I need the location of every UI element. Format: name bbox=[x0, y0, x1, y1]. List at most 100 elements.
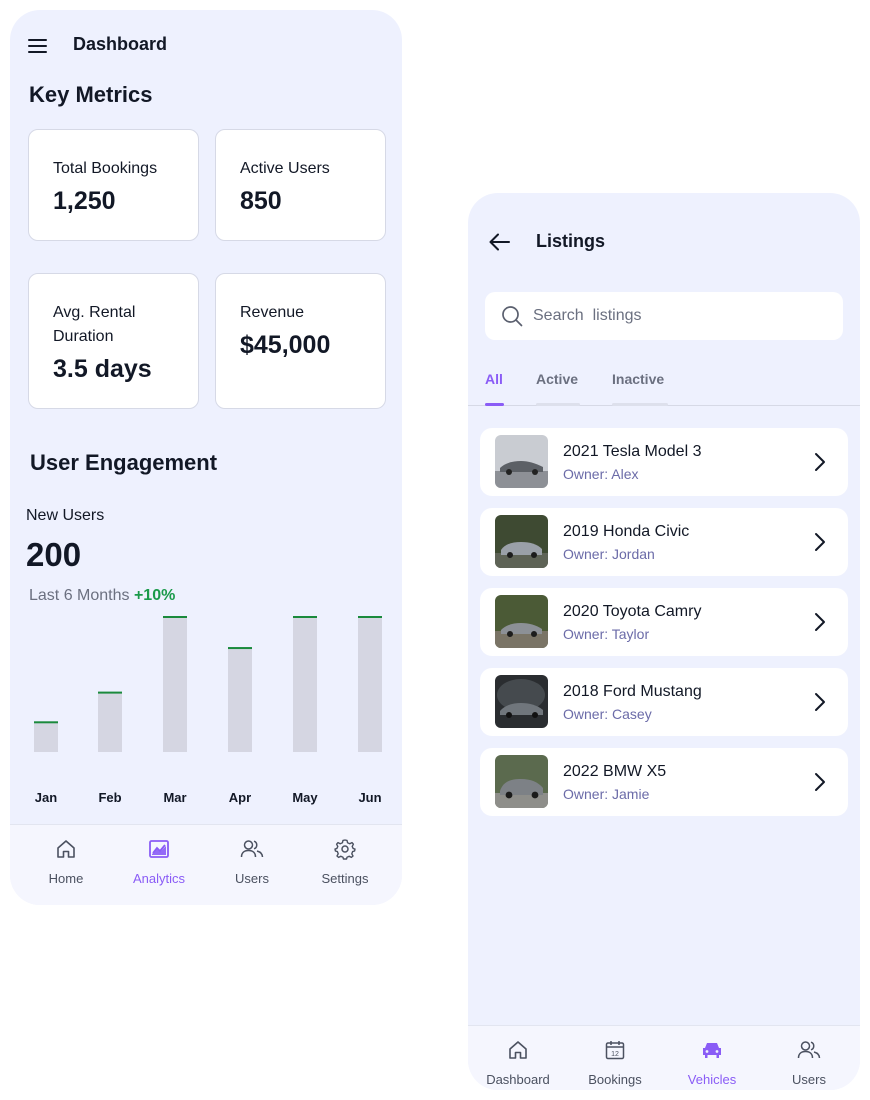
chart-tick-label-mar: Mar bbox=[163, 790, 186, 805]
search-icon bbox=[502, 306, 523, 327]
tab-active[interactable]: Active bbox=[536, 371, 578, 387]
search-input[interactable] bbox=[533, 304, 823, 328]
nav-label: Settings bbox=[321, 871, 369, 886]
user-engagement-title: User Engagement bbox=[30, 450, 218, 475]
car-thumbnail bbox=[495, 755, 548, 808]
listing-item[interactable]: 2020 Toyota Camry Owner: Taylor bbox=[480, 588, 848, 656]
car-thumbnail bbox=[495, 675, 548, 728]
listing-item[interactable]: 2022 BMW X5 Owner: Jamie bbox=[480, 748, 848, 816]
metric-value: 3.5 days bbox=[53, 355, 152, 383]
chart-bar-jun bbox=[358, 617, 382, 752]
nav-home[interactable]: Home bbox=[21, 825, 111, 905]
chart-bar-top-line-apr bbox=[228, 647, 252, 650]
nav-dashboard[interactable]: Dashboard bbox=[473, 1026, 563, 1090]
chart-bar-may bbox=[293, 617, 317, 752]
chevron-right-icon bbox=[815, 773, 825, 791]
metric-value: 1,250 bbox=[53, 187, 116, 215]
listing-item[interactable]: 2018 Ford Mustang Owner: Casey bbox=[480, 668, 848, 736]
chart-bar-top-line-jun bbox=[358, 616, 382, 618]
page-title: Dashboard bbox=[73, 34, 168, 54]
metric-label: Avg. Rental Duration bbox=[53, 304, 136, 345]
nav-label: Home bbox=[48, 871, 84, 886]
chevron-right-icon bbox=[815, 453, 825, 471]
listings-screen: Listings All Active Inactive 2021 Tesla … bbox=[468, 193, 860, 1090]
engagement-period: Last 6 Months bbox=[29, 587, 130, 604]
tab-indicator-active bbox=[536, 403, 580, 406]
nav-label: Vehicles bbox=[687, 1072, 737, 1087]
chart-bar-feb bbox=[98, 692, 122, 752]
bottom-nav: Home Analytics Users Settings bbox=[10, 824, 402, 905]
tab-inactive[interactable]: Inactive bbox=[612, 371, 664, 387]
listing-title: 2020 Toyota Camry bbox=[563, 603, 702, 620]
engagement-subtitle: Last 6 Months +10% bbox=[29, 587, 175, 605]
nav-settings[interactable]: Settings bbox=[300, 825, 390, 905]
metric-value: 850 bbox=[240, 187, 282, 215]
metric-card-total-bookings: Total Bookings 1,250 bbox=[28, 129, 199, 241]
chart-tick-label-feb: Feb bbox=[98, 790, 121, 805]
nav-analytics[interactable]: Analytics bbox=[114, 825, 204, 905]
metric-value: $45,000 bbox=[240, 331, 331, 359]
listing-title: 2019 Honda Civic bbox=[563, 523, 690, 540]
chart-tick-label-jun: Jun bbox=[358, 790, 381, 805]
nav-label: Users bbox=[235, 871, 269, 886]
search-bar[interactable] bbox=[485, 292, 843, 340]
chart-tick-label-may: May bbox=[292, 790, 318, 805]
chart-bar-top-line-mar bbox=[163, 616, 187, 618]
nav-vehicles[interactable]: Vehicles bbox=[667, 1026, 757, 1090]
chart-tick-label-jan: Jan bbox=[35, 790, 57, 805]
car-icon bbox=[703, 1043, 721, 1058]
metric-label: Active Users bbox=[240, 160, 330, 177]
nav-label: Bookings bbox=[588, 1072, 642, 1087]
key-metrics-title: Key Metrics bbox=[29, 82, 153, 107]
home-icon bbox=[509, 1041, 527, 1059]
engagement-label: New Users bbox=[26, 507, 105, 524]
chart-bar-jan bbox=[34, 722, 58, 752]
listing-owner: Owner: Alex bbox=[563, 466, 639, 482]
tab-all[interactable]: All bbox=[485, 371, 503, 387]
chart-icon bbox=[149, 840, 169, 858]
chart-bar-top-line-jan bbox=[34, 721, 58, 724]
engagement-change: +10% bbox=[133, 587, 176, 604]
listing-owner: Owner: Taylor bbox=[563, 626, 650, 642]
listing-owner: Owner: Jordan bbox=[563, 546, 655, 562]
metric-card-revenue: Revenue $45,000 bbox=[215, 273, 386, 409]
listing-owner: Owner: Jamie bbox=[563, 786, 650, 802]
nav-users[interactable]: Users bbox=[764, 1026, 854, 1090]
chevron-right-icon bbox=[815, 613, 825, 631]
new-users-bar-chart: Jan Feb Mar Apr May Jun bbox=[34, 616, 382, 805]
listing-owner: Owner: Casey bbox=[563, 706, 652, 722]
chart-bar-mar bbox=[163, 617, 187, 752]
chart-tick-label-apr: Apr bbox=[229, 790, 251, 805]
page-title: Listings bbox=[536, 231, 606, 251]
listing-title: 2018 Ford Mustang bbox=[563, 683, 702, 700]
car-thumbnail bbox=[495, 595, 548, 648]
gear-icon bbox=[334, 839, 356, 860]
metric-card-avg-rental-duration: Avg. Rental Duration 3.5 days bbox=[28, 273, 199, 409]
calendar-icon: 12 bbox=[605, 1041, 625, 1060]
menu-icon[interactable] bbox=[28, 38, 48, 54]
nav-users[interactable]: Users bbox=[207, 825, 297, 905]
filter-tabs: All Active Inactive bbox=[468, 361, 860, 406]
listing-item[interactable]: 2019 Honda Civic Owner: Jordan bbox=[480, 508, 848, 576]
nav-label: Analytics bbox=[132, 871, 186, 886]
svg-text:12: 12 bbox=[611, 1051, 619, 1058]
metric-label: Total Bookings bbox=[53, 160, 158, 177]
back-arrow-icon[interactable] bbox=[488, 231, 512, 253]
chevron-right-icon bbox=[815, 693, 825, 711]
chevron-right-icon bbox=[815, 533, 825, 551]
chart-bar-top-line-may bbox=[293, 616, 317, 618]
metric-label: Revenue bbox=[240, 304, 305, 321]
listing-title: 2021 Tesla Model 3 bbox=[563, 443, 702, 460]
metric-card-active-users: Active Users 850 bbox=[215, 129, 386, 241]
users-icon bbox=[240, 840, 264, 858]
home-icon bbox=[57, 840, 75, 858]
car-thumbnail bbox=[495, 435, 548, 488]
listing-item[interactable]: 2021 Tesla Model 3 Owner: Alex bbox=[480, 428, 848, 496]
nav-bookings[interactable]: 12 Bookings bbox=[570, 1026, 660, 1090]
dashboard-screen: Dashboard Key Metrics Total Bookings 1,2… bbox=[10, 10, 402, 905]
bottom-nav: Dashboard 12 Bookings Vehicles Users bbox=[468, 1025, 860, 1090]
car-thumbnail bbox=[495, 515, 548, 568]
listing-title: 2022 BMW X5 bbox=[563, 763, 667, 780]
tab-indicator-inactive bbox=[612, 403, 668, 406]
engagement-value: 200 bbox=[26, 536, 82, 573]
